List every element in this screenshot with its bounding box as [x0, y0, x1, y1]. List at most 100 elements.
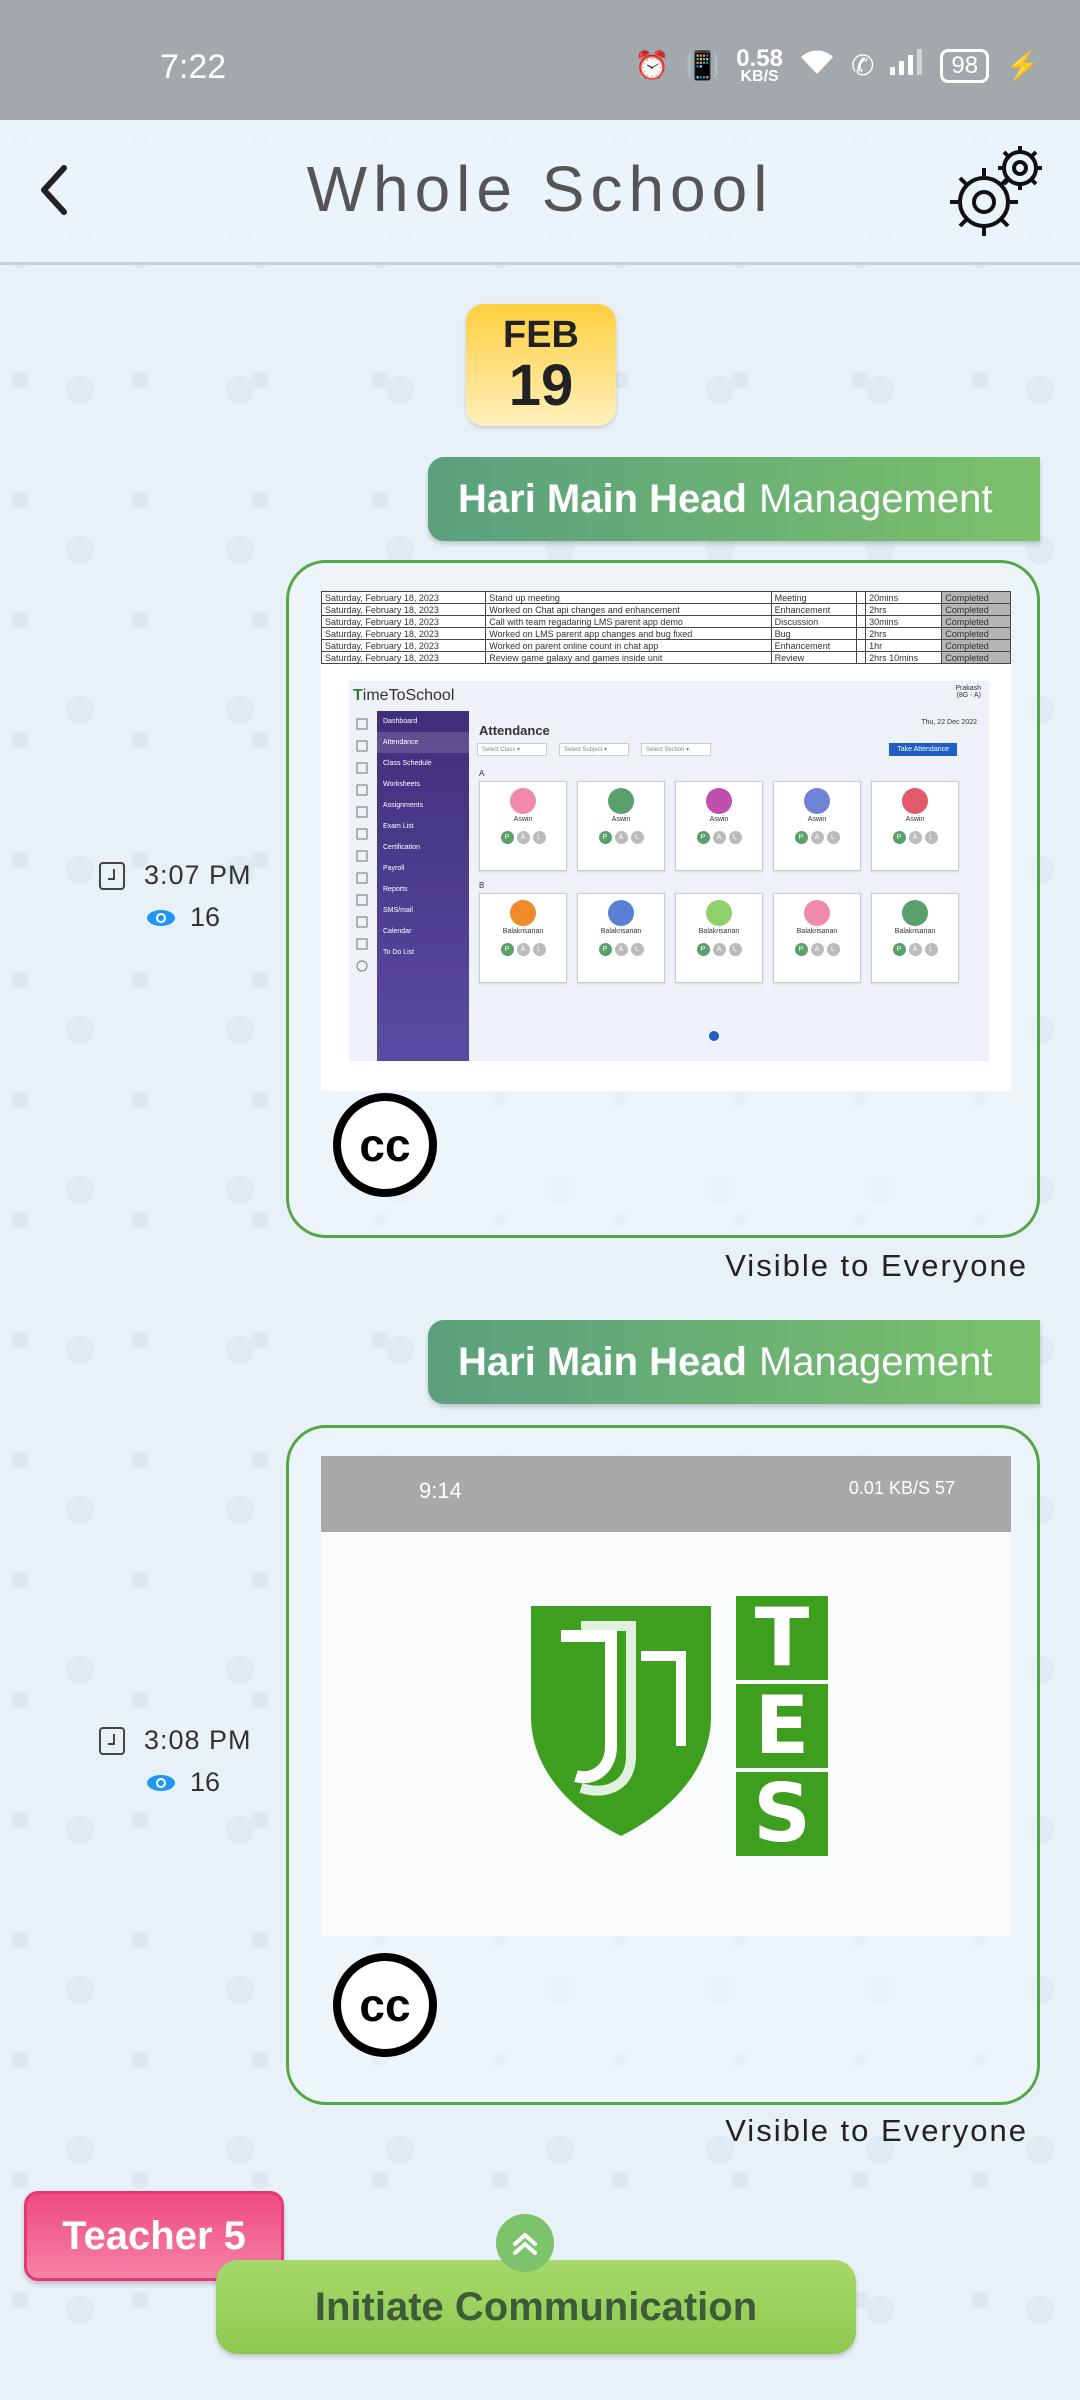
- table-cell: Review: [770, 651, 857, 664]
- table-cell: Completed: [941, 627, 1011, 640]
- message-bubble[interactable]: 9:14 0.01 KB/S 57 TES cc: [286, 1425, 1040, 2105]
- student-name: Aswin: [611, 816, 631, 823]
- attendance-option: P: [794, 831, 808, 844]
- table-cell: [855, 639, 867, 652]
- attendance-date: Thu, 22 Dec 2022: [921, 719, 977, 726]
- table-cell: Completed: [941, 591, 1011, 604]
- student-card: Balakrisanan P A L: [871, 893, 959, 983]
- status-time: 7:22: [160, 48, 227, 86]
- message-time-text: 3:08 PM: [144, 1725, 252, 1755]
- student-name: Aswin: [807, 816, 827, 823]
- sender-role: Management: [758, 476, 993, 521]
- visibility-label: Visible to Everyone: [725, 2113, 1028, 2148]
- double-chevron-up-icon: [513, 2233, 537, 2255]
- attendance-option: P: [794, 943, 808, 956]
- table-row: Saturday, February 18, 2023 Review game g…: [321, 651, 1011, 664]
- app-logo: TimeToSchool: [353, 687, 455, 704]
- table-cell: Completed: [941, 639, 1011, 652]
- initiate-communication-button[interactable]: Initiate Communication: [216, 2260, 856, 2354]
- avatar: [706, 900, 732, 926]
- attachment-image[interactable]: 9:14 0.01 KB/S 57 TES: [321, 1456, 1011, 1936]
- sidebar-icons: [349, 711, 377, 1061]
- attendance-option: P: [500, 943, 514, 956]
- table-cell: Worked on LMS parent app changes and bug…: [485, 627, 772, 640]
- filter-select: Select Class ▾: [477, 743, 547, 756]
- table-cell: Enhancement: [770, 639, 857, 652]
- avatar: [804, 900, 830, 926]
- attendance-option: A: [516, 831, 530, 844]
- table-cell: Discussion: [770, 615, 857, 628]
- attendance-option: P: [500, 831, 514, 844]
- student-card: Balakrisanan P A L: [773, 893, 861, 983]
- sidebar-item: Exam List: [383, 823, 414, 830]
- attendance-option: P: [696, 831, 710, 844]
- sidebar-item: Worksheets: [383, 781, 420, 788]
- creative-commons-icon: cc: [333, 1093, 437, 1197]
- student-name: Aswin: [905, 816, 925, 823]
- sidebar-item: Certification: [383, 844, 420, 851]
- avatar: [804, 788, 830, 814]
- table-cell: [855, 591, 867, 604]
- attendance-option: A: [516, 943, 530, 956]
- student-name: Balakrisanan: [796, 928, 838, 935]
- visibility-label: Visible to Everyone: [725, 1248, 1028, 1283]
- date-chip: FEB 19: [466, 304, 616, 426]
- attendance-options: PAL: [578, 831, 664, 844]
- attendance-option: L: [728, 831, 742, 844]
- scroll-up-button[interactable]: [496, 2214, 554, 2272]
- views-count: 16: [190, 902, 221, 932]
- table-cell: 2hrs: [865, 627, 943, 640]
- sidebar-item: Attendance: [377, 732, 469, 753]
- app-sidebar: Dashboard Attendance Class Schedule Workshe…: [377, 711, 469, 1061]
- student-card: Aswin P A L: [871, 781, 959, 871]
- alarm-icon: ⏰: [634, 50, 670, 82]
- app-main: Attendance Thu, 22 Dec 2022 Select Class…: [469, 711, 989, 1061]
- attendance-option: L: [728, 943, 742, 956]
- attendance-option: L: [630, 943, 644, 956]
- avatar: [902, 788, 928, 814]
- attendance-option: L: [826, 943, 840, 956]
- attendance-option: P: [892, 943, 906, 956]
- table-cell: Bug: [770, 627, 857, 640]
- attendance-options: PAL: [872, 831, 958, 844]
- attendance-options: PAL: [480, 943, 566, 956]
- settings-button[interactable]: [940, 136, 1052, 248]
- eye-icon: [147, 1774, 175, 1791]
- attendance-options: PAL: [480, 831, 566, 844]
- table-row: Saturday, February 18, 2023 Worked on Cha…: [321, 603, 1011, 616]
- message-views: 16: [146, 1767, 220, 1798]
- sidebar-item: Payroll: [383, 865, 405, 872]
- student-name: Aswin: [513, 816, 533, 823]
- sender-name: Hari Main Head: [458, 1339, 747, 1384]
- avatar: [608, 900, 634, 926]
- sidebar-item: Dashboard: [383, 718, 418, 725]
- sender-pill: Hari Main Head Management: [428, 457, 1040, 541]
- table-cell: 1hr: [865, 639, 943, 652]
- attendance-option: A: [712, 943, 726, 956]
- sidebar-item: Calendar: [383, 928, 412, 935]
- table-row: Saturday, February 18, 2023 Worked on par…: [321, 639, 1011, 652]
- net-speed-value: 0.58: [736, 45, 783, 72]
- avatar: [510, 900, 536, 926]
- attachment-image[interactable]: Saturday, February 18, 2023 Stand up meet…: [321, 591, 1011, 1091]
- status-bar: 7:22 ⏰ 📳 0.58 KB/S ✆ 98 ⚡: [0, 0, 1080, 120]
- attendance-option: L: [826, 831, 840, 844]
- attendance-option: L: [532, 943, 546, 956]
- attendance-option: A: [614, 943, 628, 956]
- message-time: 3:07 PM: [98, 860, 252, 891]
- student-name: Balakrisanan: [698, 928, 740, 935]
- attachment-status-time: 9:14: [419, 1478, 462, 1503]
- battery-indicator: 98: [940, 48, 990, 83]
- vibrate-icon: 📳: [685, 50, 721, 82]
- attendance-option: L: [924, 831, 938, 844]
- table-cell: 30mins: [865, 615, 943, 628]
- message-bubble[interactable]: Saturday, February 18, 2023 Stand up meet…: [286, 560, 1040, 1238]
- attendance-option: P: [598, 831, 612, 844]
- attendance-options: PAL: [774, 943, 860, 956]
- student-card: Balakrisanan P A L: [675, 893, 763, 983]
- net-speed-unit: KB/S: [740, 67, 779, 85]
- attendance-option: L: [630, 831, 644, 844]
- attendance-options: PAL: [872, 943, 958, 956]
- student-card: Aswin P A L: [479, 781, 567, 871]
- table-cell: Saturday, February 18, 2023: [321, 615, 487, 628]
